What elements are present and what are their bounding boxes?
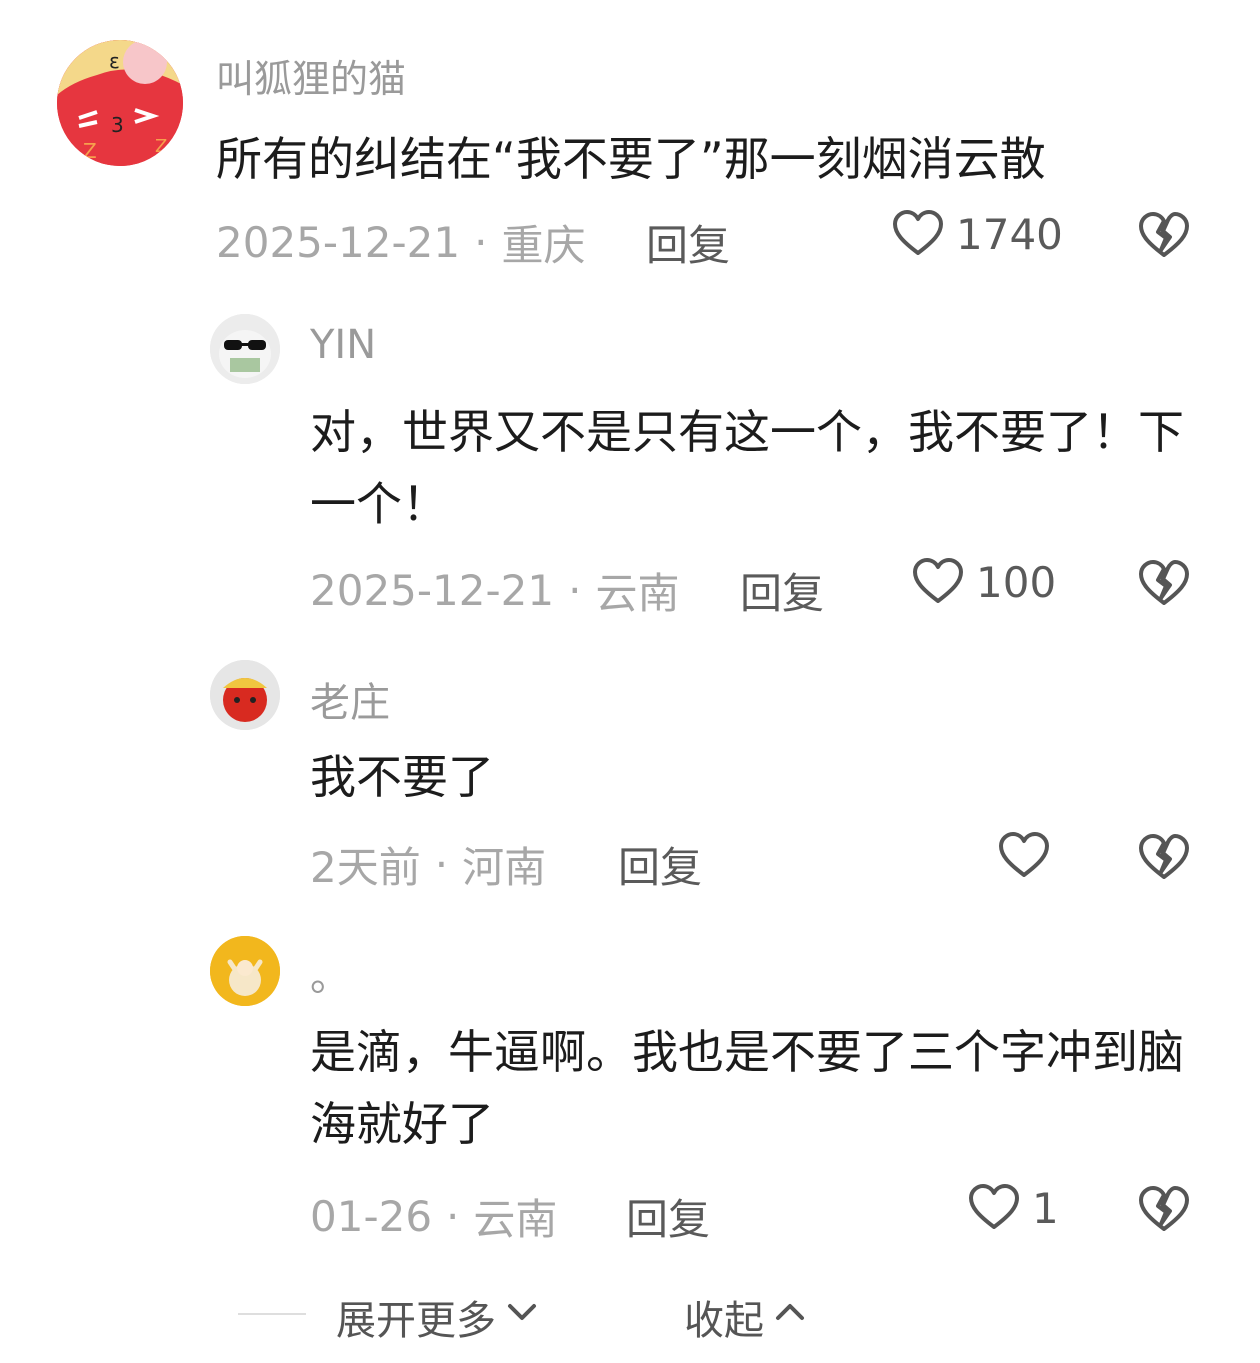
broken-heart-icon xyxy=(1136,830,1192,886)
comment-3: 老庄 我不要了 2天前 · 河南 回复 xyxy=(0,650,1260,900)
broken-heart-icon xyxy=(1136,1182,1192,1238)
expand-more-button[interactable]: 展开更多 xyxy=(336,1288,542,1346)
dislike-button[interactable] xyxy=(1136,830,1192,886)
avatar[interactable] xyxy=(210,936,280,1006)
comment-2: YIN 对，世界又不是只有这一个，我不要了！下一个！ 2025-12-21 · … xyxy=(0,300,1260,630)
expand-more-label: 展开更多 xyxy=(336,1298,496,1344)
comment-text: 对，世界又不是只有这一个，我不要了！下一个！ xyxy=(310,405,1184,531)
comment-meta: 01-26 · 云南 xyxy=(310,1186,557,1247)
comment-4: 。 是滴，牛逼啊。我也是不要了三个字冲到脑海就好了 01-26 · 云南 回复 … xyxy=(0,930,1260,1250)
dislike-button[interactable] xyxy=(1136,1182,1192,1238)
comment-location: 河南 xyxy=(462,843,547,892)
avatar[interactable]: ε 3 Z Z xyxy=(57,40,183,166)
reply-button[interactable]: 回复 xyxy=(646,212,730,273)
svg-text:Z: Z xyxy=(83,139,97,163)
comment-location: 云南 xyxy=(595,569,680,618)
comment-location: 云南 xyxy=(473,1195,558,1244)
avatar[interactable] xyxy=(210,314,280,384)
comment-meta: 2025-12-21 · 重庆 xyxy=(216,212,585,273)
svg-text:ε: ε xyxy=(109,49,120,73)
like-count: 100 xyxy=(976,557,1057,607)
avatar-red-ball-hat-icon xyxy=(210,660,280,730)
heart-outline-icon xyxy=(890,206,946,262)
username[interactable]: 老庄 xyxy=(310,670,390,728)
dislike-button[interactable] xyxy=(1136,556,1192,612)
username[interactable]: YIN xyxy=(310,322,376,368)
svg-text:3: 3 xyxy=(111,113,124,137)
collapse-button[interactable]: 收起 xyxy=(684,1288,810,1346)
divider-line xyxy=(238,1313,306,1315)
dislike-button[interactable] xyxy=(1136,208,1192,264)
reply-button[interactable]: 回复 xyxy=(626,1186,710,1247)
replies-footer: 展开更多 收起 xyxy=(0,1280,1260,1350)
avatar[interactable] xyxy=(210,660,280,730)
svg-text:Z: Z xyxy=(155,136,167,157)
comment-meta: 2025-12-21 · 云南 xyxy=(310,560,679,621)
chevron-up-icon xyxy=(770,1292,810,1342)
comment-meta: 2天前 · 河南 xyxy=(310,834,546,895)
like-button[interactable]: 1 xyxy=(966,1180,1059,1236)
reply-button[interactable]: 回复 xyxy=(740,560,824,621)
like-button[interactable]: 100 xyxy=(910,554,1056,610)
meta-separator: · xyxy=(474,218,488,267)
heart-outline-icon xyxy=(910,554,966,610)
broken-heart-icon xyxy=(1136,556,1192,612)
username[interactable]: 叫狐狸的猫 xyxy=(216,48,406,103)
username[interactable]: 。 xyxy=(310,944,350,1002)
meta-separator: · xyxy=(446,1192,460,1241)
comment-1: ε 3 Z Z 叫狐狸的猫 所有的纠结在“我不要了”那一刻烟消云散 2025-1… xyxy=(0,0,1260,290)
heart-outline-icon xyxy=(966,1180,1022,1236)
meta-separator: · xyxy=(434,840,449,889)
collapse-label: 收起 xyxy=(684,1298,764,1344)
comment-text: 所有的纠结在“我不要了”那一刻烟消云散 xyxy=(216,132,1046,186)
meta-separator: · xyxy=(568,566,582,615)
reply-button[interactable]: 回复 xyxy=(618,834,702,895)
avatar-red-face-icon: ε 3 Z Z xyxy=(57,40,183,166)
broken-heart-icon xyxy=(1136,208,1192,264)
like-button[interactable]: 1740 xyxy=(890,206,1063,262)
comment-date: 2天前 xyxy=(310,843,421,892)
like-count: 1740 xyxy=(956,209,1063,259)
heart-outline-icon xyxy=(996,828,1052,884)
avatar-yellow-figure-icon xyxy=(210,936,280,1006)
comment-location: 重庆 xyxy=(501,221,586,270)
comment-date: 2025-12-21 xyxy=(216,218,461,267)
comment-text: 我不要了 xyxy=(310,750,494,804)
like-button[interactable] xyxy=(996,828,1052,884)
like-count: 1 xyxy=(1032,1183,1059,1233)
chevron-down-icon xyxy=(502,1292,542,1342)
comment-text: 是滴，牛逼啊。我也是不要了三个字冲到脑海就好了 xyxy=(310,1025,1184,1151)
comment-date: 01-26 xyxy=(310,1192,433,1241)
comment-date: 2025-12-21 xyxy=(310,566,555,615)
avatar-sunglasses-cat-icon xyxy=(210,314,280,384)
